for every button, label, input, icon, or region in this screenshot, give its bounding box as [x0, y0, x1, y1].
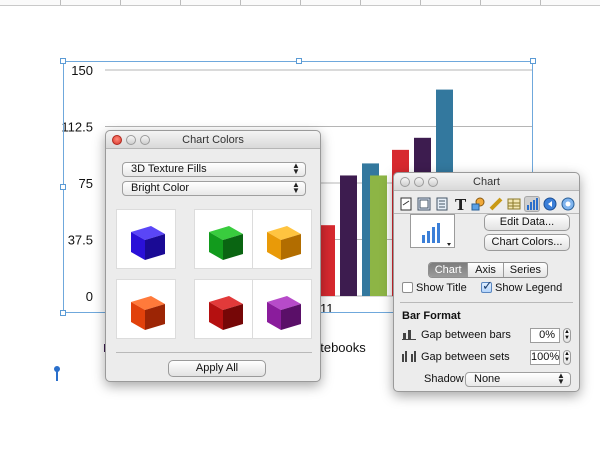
edit-data-button[interactable]: Edit Data...	[484, 214, 570, 231]
inspector-tabs: Chart Axis Series	[428, 262, 548, 278]
minimize-button[interactable]	[126, 135, 136, 145]
show-legend-label: Show Legend	[495, 282, 563, 294]
gap-sets-label: Gap between sets	[421, 351, 510, 363]
tab-chart[interactable]: Chart	[429, 263, 469, 277]
chart-inspector-panel: Chart T Edit Data... Chart Colors... Cha…	[393, 172, 580, 392]
close-button[interactable]	[112, 135, 122, 145]
zoom-button[interactable]	[428, 177, 438, 187]
resize-handle[interactable]	[60, 310, 66, 316]
bar-format-heading: Bar Format	[402, 310, 461, 322]
layout-inspector-icon[interactable]	[416, 196, 432, 212]
document-inspector-icon[interactable]	[398, 196, 414, 212]
panel-divider	[116, 352, 312, 353]
show-title-checkbox[interactable]	[402, 282, 413, 293]
apply-all-button[interactable]: Apply All	[168, 360, 266, 377]
green-cube-swatch[interactable]	[194, 209, 254, 269]
shadow-label: Shadow	[424, 373, 464, 385]
chart-colors-title: Chart Colors	[182, 134, 244, 146]
popup-arrows-icon: ▲ ▼	[292, 180, 300, 195]
chart-colors-button[interactable]: Chart Colors...	[484, 234, 570, 251]
chart-colors-titlebar[interactable]: Chart Colors	[106, 131, 320, 149]
section-divider	[400, 302, 573, 303]
bar-chart-type-icon	[422, 223, 451, 246]
purple-cube-swatch[interactable]	[252, 279, 312, 339]
shadow-popup[interactable]: None ▲ ▼	[465, 372, 571, 387]
dark-red-cube-swatch[interactable]	[194, 279, 254, 339]
shadow-value: None	[474, 373, 501, 385]
close-button[interactable]	[400, 177, 410, 187]
popup-arrows-icon: ▲ ▼	[557, 371, 565, 386]
chart-colors-panel: Chart Colors 3D Texture Fills ▲ ▼ Bright …	[105, 130, 321, 382]
quicktime-inspector-icon[interactable]	[560, 196, 576, 212]
resize-handle[interactable]	[60, 58, 66, 64]
palette-value: Bright Color	[131, 182, 190, 194]
orange-cube-swatch[interactable]	[252, 209, 312, 269]
gap-bars-field[interactable]: 0%	[530, 328, 560, 343]
zoom-button[interactable]	[140, 135, 150, 145]
tab-series[interactable]: Series	[504, 263, 547, 277]
text-inspector-icon[interactable]: T	[452, 196, 468, 212]
anchor-stem	[56, 370, 58, 381]
fill-type-value: 3D Texture Fills	[131, 163, 207, 175]
metrics-inspector-icon[interactable]	[488, 196, 504, 212]
inspector-titlebar[interactable]: Chart	[394, 173, 579, 191]
tab-axis[interactable]: Axis	[468, 263, 504, 277]
gap-sets-stepper[interactable]: ▲ ▼	[563, 350, 571, 365]
gap-bars-icon	[402, 330, 416, 340]
graphic-inspector-icon[interactable]	[470, 196, 486, 212]
gap-sets-field[interactable]: 100%	[530, 350, 560, 365]
palette-popup[interactable]: Bright Color ▲ ▼	[122, 181, 306, 196]
show-legend-checkbox[interactable]	[481, 279, 493, 294]
red-orange-cube-swatch[interactable]	[116, 279, 176, 339]
gap-bars-label: Gap between bars	[421, 329, 511, 341]
table-inspector-icon[interactable]	[506, 196, 522, 212]
inspector-title: Chart	[473, 176, 500, 188]
resize-handle[interactable]	[530, 58, 536, 64]
show-title-label: Show Title	[416, 282, 467, 294]
blue-cube-swatch[interactable]	[116, 209, 176, 269]
link-inspector-icon[interactable]	[542, 196, 558, 212]
fill-type-popup[interactable]: 3D Texture Fills ▲ ▼	[122, 162, 306, 177]
popup-arrows-icon: ▲ ▼	[292, 161, 300, 176]
svg-text:T: T	[455, 196, 467, 212]
gap-bars-stepper[interactable]: ▲ ▼	[563, 328, 571, 343]
chart-inspector-icon[interactable]	[524, 196, 540, 212]
resize-handle[interactable]	[296, 58, 302, 64]
gap-sets-icon	[402, 351, 416, 362]
minimize-button[interactable]	[414, 177, 424, 187]
wrap-inspector-icon[interactable]	[434, 196, 450, 212]
chart-type-picker[interactable]	[410, 214, 455, 248]
resize-handle[interactable]	[60, 184, 66, 190]
